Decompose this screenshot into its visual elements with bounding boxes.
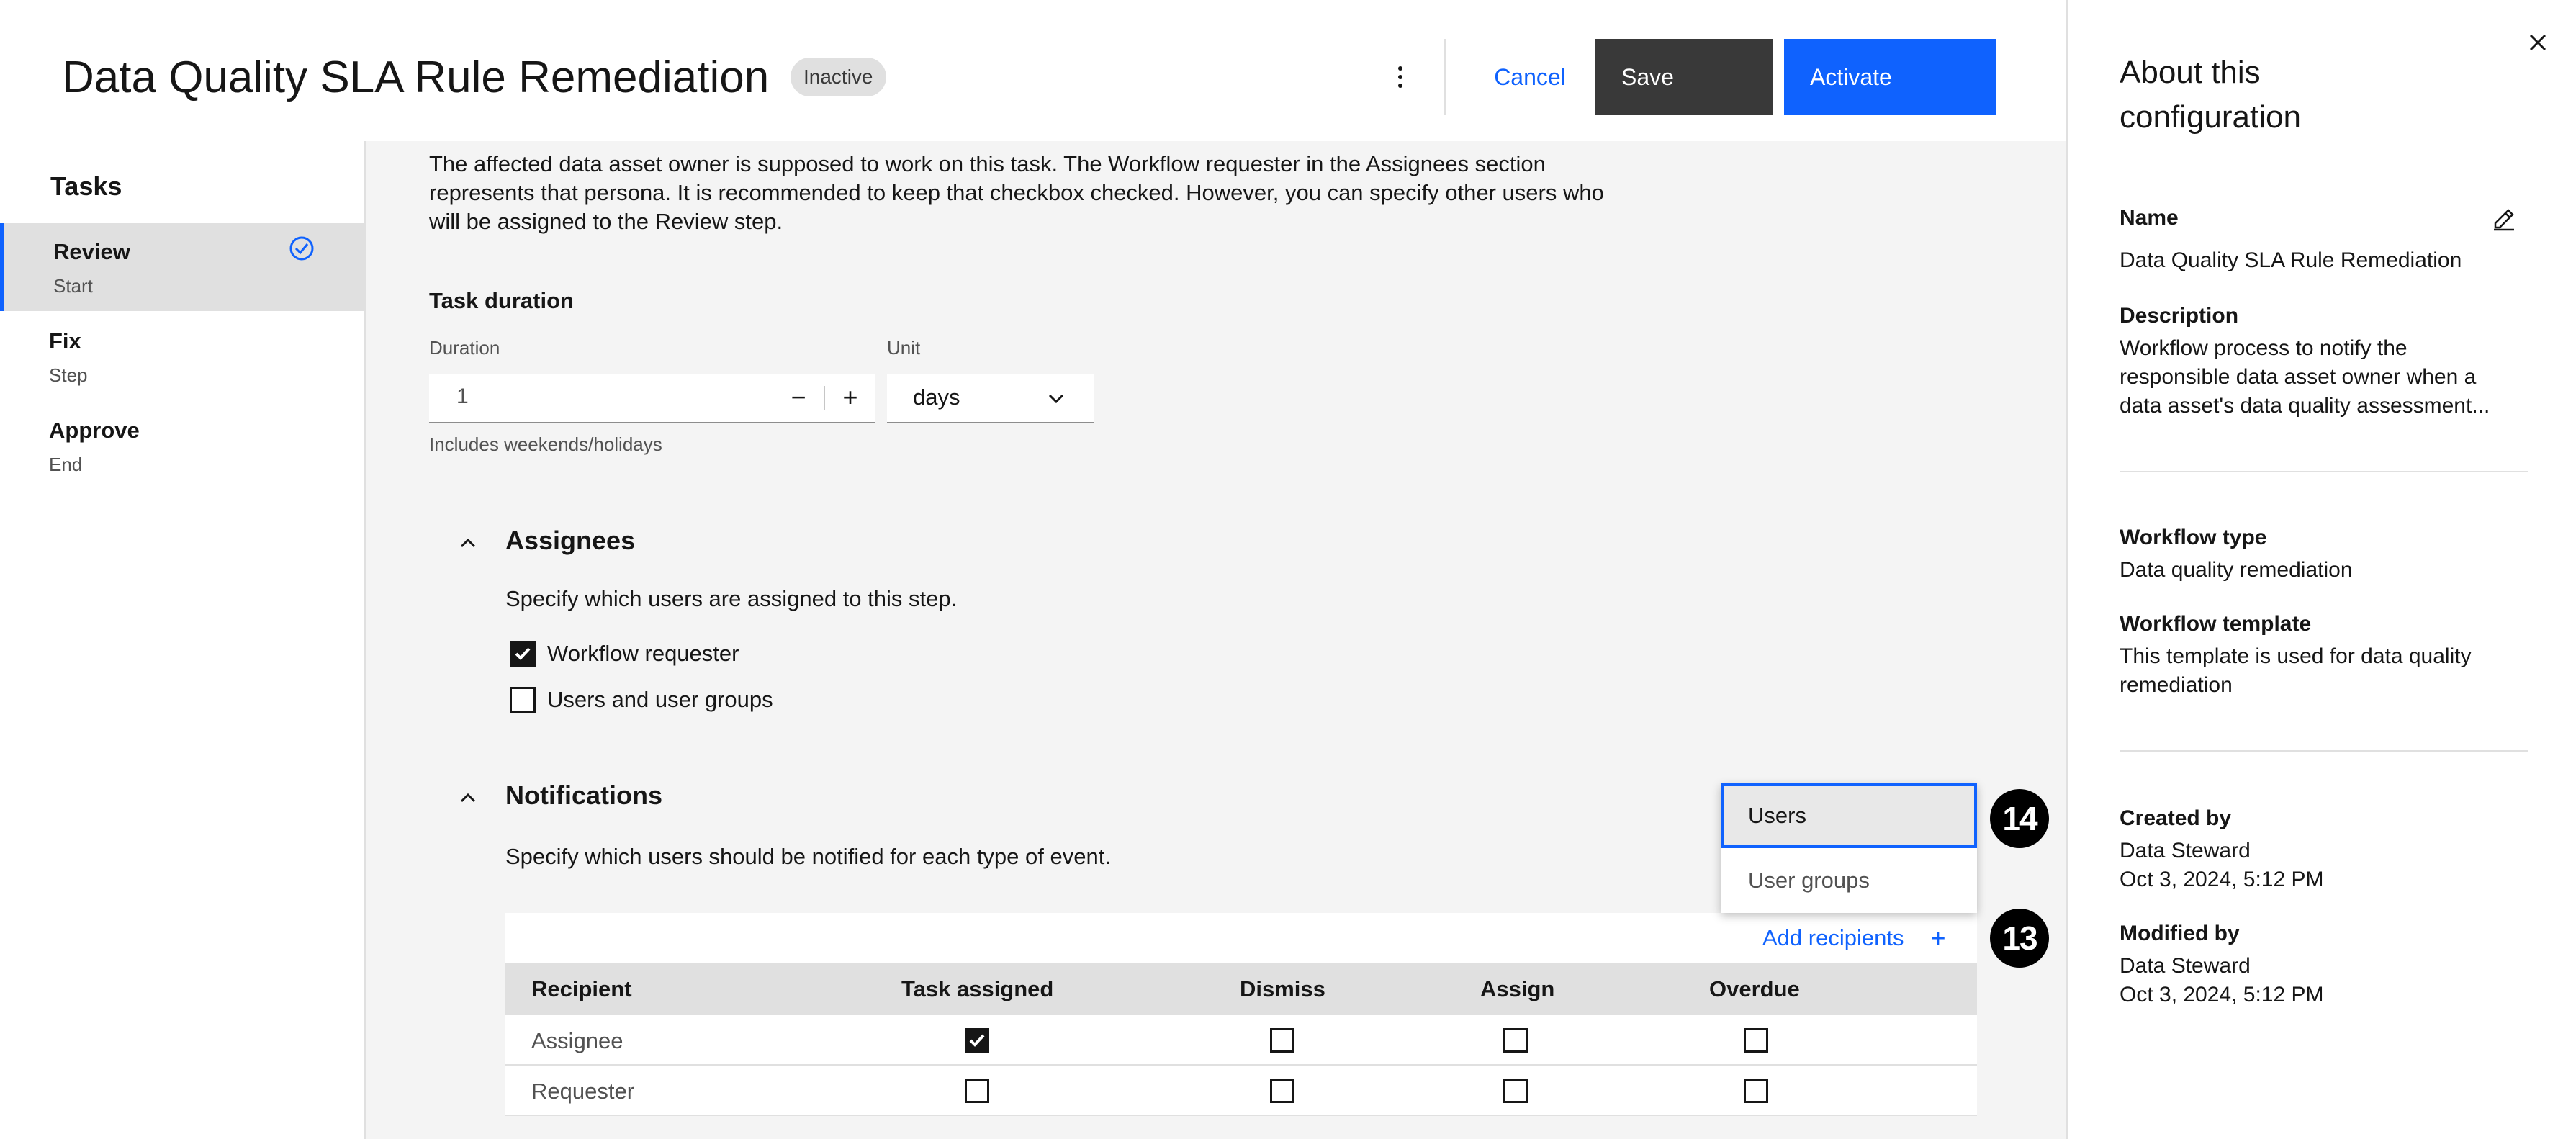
menu-item-user-groups[interactable]: User groups bbox=[1721, 848, 1977, 913]
assignees-heading[interactable]: Assignees bbox=[505, 526, 635, 556]
created-by-name: Data Steward bbox=[2120, 839, 2251, 863]
task-item-label: Approve bbox=[49, 418, 140, 443]
table-row: Requester bbox=[505, 1066, 1977, 1116]
workflow-type-value: Data quality remediation bbox=[2120, 558, 2353, 582]
panel-divider bbox=[2120, 471, 2528, 472]
notifications-description: Specify which users should be notified f… bbox=[505, 844, 1111, 869]
tasks-heading: Tasks bbox=[50, 171, 122, 201]
overflow-menu-icon bbox=[1398, 66, 1402, 88]
task-item-sublabel: Start bbox=[53, 275, 93, 297]
column-header-assign: Assign bbox=[1480, 976, 1555, 1001]
column-header-dismiss: Dismiss bbox=[1240, 976, 1325, 1001]
column-header-recipient: Recipient bbox=[531, 976, 632, 1001]
intro-text: The affected data asset owner is suppose… bbox=[429, 151, 1604, 234]
workflow-template-label: Workflow template bbox=[2120, 612, 2312, 636]
task-item-label: Fix bbox=[49, 328, 81, 354]
unit-select-value[interactable]: days bbox=[913, 384, 960, 410]
cancel-button[interactable]: Cancel bbox=[1462, 39, 1598, 115]
step-marker-14: 14 bbox=[1990, 789, 2049, 848]
description-value: Workflow process to notify the responsib… bbox=[2120, 336, 2490, 418]
status-badge: Inactive bbox=[791, 58, 886, 96]
checkmark-icon bbox=[515, 647, 531, 660]
assignee-assign-checkbox[interactable] bbox=[1503, 1028, 1528, 1053]
created-by-date: Oct 3, 2024, 5:12 PM bbox=[2120, 868, 2324, 891]
chevron-down-icon bbox=[1048, 394, 1064, 404]
assignee-overdue-checkbox[interactable] bbox=[1744, 1028, 1768, 1053]
task-item-sublabel: End bbox=[49, 454, 83, 475]
add-recipients-button[interactable]: Add recipients bbox=[1742, 913, 1911, 963]
modified-by-label: Modified by bbox=[2120, 922, 2240, 945]
recipient-cell: Requester bbox=[531, 1079, 635, 1104]
workflow-type-label: Workflow type bbox=[2120, 526, 2267, 549]
users-and-user-groups-label[interactable]: Users and user groups bbox=[547, 687, 773, 713]
requester-assign-checkbox[interactable] bbox=[1503, 1079, 1528, 1103]
chevron-up-icon[interactable] bbox=[455, 785, 481, 811]
duration-label: Duration bbox=[429, 337, 500, 359]
increment-button[interactable]: + bbox=[828, 374, 873, 422]
assignees-description: Specify which users are assigned to this… bbox=[505, 586, 958, 611]
workflow-template-value: This template is used for data quality r… bbox=[2120, 644, 2472, 697]
decrement-button[interactable]: − bbox=[776, 374, 821, 422]
assignee-task-assigned-checkbox[interactable] bbox=[965, 1028, 989, 1053]
stepper-divider bbox=[824, 386, 825, 410]
edit-icon[interactable] bbox=[2490, 204, 2518, 233]
overflow-menu-button[interactable] bbox=[1382, 58, 1418, 96]
recipient-cell: Assignee bbox=[531, 1028, 623, 1053]
modified-by-date: Oct 3, 2024, 5:12 PM bbox=[2120, 983, 2324, 1007]
users-and-user-groups-checkbox[interactable] bbox=[510, 687, 536, 713]
checkmark-icon bbox=[969, 1034, 985, 1047]
checkmark-circle-icon bbox=[289, 236, 314, 261]
menu-item-users[interactable]: Users bbox=[1721, 783, 1977, 848]
table-row: Assignee bbox=[505, 1015, 1977, 1066]
add-icon[interactable]: + bbox=[1911, 913, 1965, 963]
modified-by-name: Data Steward bbox=[2120, 954, 2251, 978]
task-item-approve[interactable]: Approve End bbox=[0, 402, 364, 490]
requester-dismiss-checkbox[interactable] bbox=[1270, 1079, 1294, 1103]
duration-value[interactable]: 1 bbox=[456, 384, 469, 409]
task-duration-heading: Task duration bbox=[429, 288, 574, 313]
requester-task-assigned-checkbox[interactable] bbox=[965, 1079, 989, 1103]
page-title: Data Quality SLA Rule Remediation bbox=[62, 53, 770, 102]
created-by-label: Created by bbox=[2120, 806, 2232, 830]
requester-overdue-checkbox[interactable] bbox=[1744, 1079, 1768, 1103]
unit-label: Unit bbox=[887, 337, 921, 359]
about-panel-title: About this configuration bbox=[2120, 55, 2301, 135]
activate-button[interactable]: Activate bbox=[1784, 39, 1996, 115]
save-button[interactable]: Save bbox=[1595, 39, 1773, 115]
task-item-label: Review bbox=[53, 239, 130, 264]
task-item-fix[interactable]: Fix Step bbox=[0, 312, 364, 400]
notifications-heading[interactable]: Notifications bbox=[505, 780, 662, 811]
duration-helper-text: Includes weekends/holidays bbox=[429, 433, 662, 455]
assignee-dismiss-checkbox[interactable] bbox=[1270, 1028, 1294, 1053]
workflow-requester-checkbox[interactable] bbox=[510, 641, 536, 667]
panel-divider bbox=[2120, 750, 2528, 752]
step-marker-13: 13 bbox=[1990, 909, 2049, 968]
column-header-overdue: Overdue bbox=[1709, 976, 1800, 1001]
description-label: Description bbox=[2120, 304, 2239, 328]
column-header-task-assigned: Task assigned bbox=[901, 976, 1054, 1001]
name-label: Name bbox=[2120, 206, 2179, 230]
workflow-requester-label[interactable]: Workflow requester bbox=[547, 641, 739, 667]
close-icon[interactable] bbox=[2520, 24, 2556, 60]
chevron-up-icon[interactable] bbox=[455, 530, 481, 556]
header-divider bbox=[1444, 39, 1446, 115]
name-value: Data Quality SLA Rule Remediation bbox=[2120, 248, 2462, 272]
task-item-sublabel: Step bbox=[49, 364, 88, 386]
